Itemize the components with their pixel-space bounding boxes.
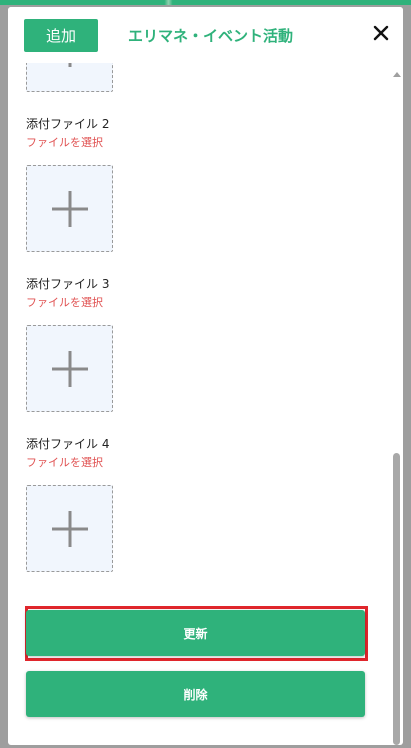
upload-box-attachment-3[interactable] — [26, 325, 113, 412]
attachment-3-select-link[interactable]: ファイルを選択 — [26, 294, 103, 310]
attachment-3-label: 添付ファイル 3 — [26, 277, 110, 291]
close-icon[interactable] — [370, 22, 392, 44]
upload-box-attachment-4[interactable] — [26, 485, 113, 572]
upload-box-attachment-2[interactable] — [26, 165, 113, 252]
modal-header: 追加 エリマネ・イベント活動 — [8, 7, 403, 63]
modal-title: エリマネ・イベント活動 — [128, 27, 294, 45]
plus-icon — [52, 191, 88, 227]
attachment-4-label: 添付ファイル 4 — [26, 437, 110, 451]
delete-button[interactable]: 削除 — [26, 671, 365, 717]
plus-icon — [52, 351, 88, 387]
scroll-up-arrow-icon[interactable] — [391, 69, 403, 79]
add-button[interactable]: 追加 — [24, 19, 98, 52]
scrollbar[interactable] — [391, 69, 403, 745]
attachment-2-label: 添付ファイル 2 — [26, 117, 110, 131]
update-button[interactable]: 更新 — [26, 610, 365, 656]
attachment-4-select-link[interactable]: ファイルを選択 — [26, 454, 103, 470]
top-accent-bar — [0, 0, 411, 5]
modal-dialog: 追加 エリマネ・イベント活動 添付ファイル 2 ファイルを選択 添付ファイル 3… — [8, 7, 403, 745]
plus-icon — [52, 511, 88, 547]
scrollbar-thumb[interactable] — [393, 453, 400, 745]
attachment-2-select-link[interactable]: ファイルを選択 — [26, 134, 103, 150]
